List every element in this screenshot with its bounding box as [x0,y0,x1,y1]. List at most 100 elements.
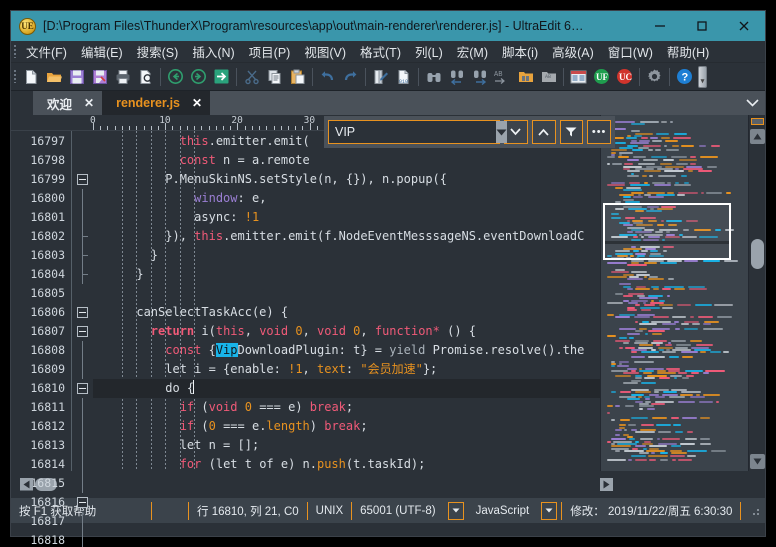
tab-welcome[interactable]: 欢迎 ✕ [33,91,102,115]
menu-file[interactable]: 文件(F) [19,40,74,64]
find-more-button[interactable]: ••• [587,120,611,144]
help-icon[interactable]: ? [673,65,696,89]
svg-text:010: 010 [399,79,408,85]
find-in-files-icon[interactable] [514,65,537,89]
compare-files-icon[interactable] [567,65,590,89]
minimap[interactable] [600,115,748,471]
forward-arrow-icon[interactable] [187,65,210,89]
scroll-down-button[interactable] [750,454,765,469]
tab-renderer-js-close-icon[interactable]: ✕ [192,96,202,110]
status-line-ending[interactable]: UNIX [308,498,351,524]
ucompare-red-icon[interactable]: UC [613,65,636,89]
fold-row[interactable] [72,322,93,341]
menu-script[interactable]: 脚本(i) [495,40,545,64]
fold-collapse-icon[interactable] [77,174,88,185]
scroll-left-button[interactable] [20,478,33,491]
fold-collapse-icon[interactable] [77,307,88,318]
scroll-up-button[interactable] [750,129,765,144]
minimap-code-row [662,307,673,309]
replace-in-files-icon[interactable]: AB [537,65,560,89]
scroll-right-button[interactable] [600,478,613,491]
line-number: 16802 [11,227,71,246]
find-next-button[interactable] [504,120,528,144]
toolbar-separator [563,68,564,86]
redo-icon[interactable] [339,65,362,89]
menu-insert[interactable]: 插入(N) [185,40,241,64]
menu-advanced[interactable]: 高级(A) [545,40,601,64]
status-caret-position[interactable]: 行 16810, 列 21, C0 [189,498,307,524]
undo-icon[interactable] [316,65,339,89]
menu-project[interactable]: 项目(P) [242,40,298,64]
print-icon[interactable] [111,65,134,89]
language-dropdown-icon[interactable] [541,502,557,520]
close-button[interactable] [723,11,765,41]
fold-guide [82,360,83,379]
replace-icon[interactable]: AB [491,65,514,89]
minimap-code-row [681,323,689,325]
fold-collapse-icon[interactable] [77,383,88,394]
fold-row[interactable] [72,379,93,398]
paste-icon[interactable] [286,65,309,89]
column-mode-icon[interactable]: 010 [392,65,415,89]
copy-icon[interactable] [263,65,286,89]
minimap-code-row [633,156,646,158]
print-preview-icon[interactable] [134,65,157,89]
horizontal-scrollbar[interactable] [11,471,765,497]
find-combo-dropdown-icon[interactable] [496,121,507,143]
tab-renderer-js[interactable]: renderer.js ✕ [102,91,210,115]
menu-help[interactable]: 帮助(H) [660,40,716,64]
uf-green-icon[interactable]: UF [590,65,613,89]
encoding-dropdown-icon[interactable] [448,502,464,520]
menu-edit[interactable]: 编辑(E) [74,40,130,64]
toolbar-overflow-button[interactable]: ▾ [698,66,707,88]
fold-row[interactable] [72,170,93,189]
status-encoding[interactable]: 65001 (UTF-8) [352,498,443,524]
resize-grip[interactable] [749,505,761,517]
vertical-scroll-thumb[interactable] [751,239,764,269]
menu-view[interactable]: 视图(V) [297,40,353,64]
fold-row [72,417,93,436]
menu-search[interactable]: 搜索(S) [130,40,186,64]
minimap-viewport[interactable] [603,203,731,260]
search-input[interactable] [329,125,496,139]
minimap-code-row [703,323,711,325]
menu-format[interactable]: 格式(T) [353,40,408,64]
tab-list-dropdown-icon[interactable] [746,94,759,112]
find-prev-icon[interactable] [445,65,468,89]
goto-icon[interactable] [210,65,233,89]
fold-collapse-icon[interactable] [77,326,88,337]
save-icon[interactable] [65,65,88,89]
find-prev-button[interactable] [532,120,556,144]
find-filter-button[interactable] [560,120,584,144]
fold-margin[interactable] [71,131,93,471]
find-combo[interactable] [328,120,500,144]
status-language[interactable]: JavaScript [468,498,538,524]
menu-macro[interactable]: 宏(M) [450,40,495,64]
gear-icon[interactable] [643,65,666,89]
fold-row[interactable] [72,493,93,512]
fold-collapse-icon[interactable] [77,497,88,508]
toolbar-drag-grip[interactable] [11,66,19,88]
find-next-icon[interactable] [468,65,491,89]
open-folder-icon[interactable] [42,65,65,89]
code-text-area[interactable]: this.emitter.emit( const n = a.remote P.… [93,131,600,471]
save-as-icon[interactable] [88,65,111,89]
fold-row[interactable] [72,303,93,322]
edit-pencil-icon[interactable] [369,65,392,89]
tab-welcome-close-icon[interactable]: ✕ [84,96,94,110]
vertical-scrollbar[interactable] [748,115,765,471]
new-file-icon[interactable] [19,65,42,89]
menu-column[interactable]: 列(L) [408,40,450,64]
cut-icon[interactable] [240,65,263,89]
find-icon[interactable] [422,65,445,89]
menu-drag-grip[interactable] [11,41,19,63]
minimap-code-row [716,401,719,403]
minimap-code-row [726,192,731,194]
back-arrow-icon[interactable] [164,65,187,89]
minimap-code-row [629,337,634,339]
minimap-code-row [656,344,660,346]
minimize-button[interactable] [639,11,681,41]
minimap-code-row [675,328,680,330]
menu-window[interactable]: 窗口(W) [601,40,660,64]
maximize-button[interactable] [681,11,723,41]
